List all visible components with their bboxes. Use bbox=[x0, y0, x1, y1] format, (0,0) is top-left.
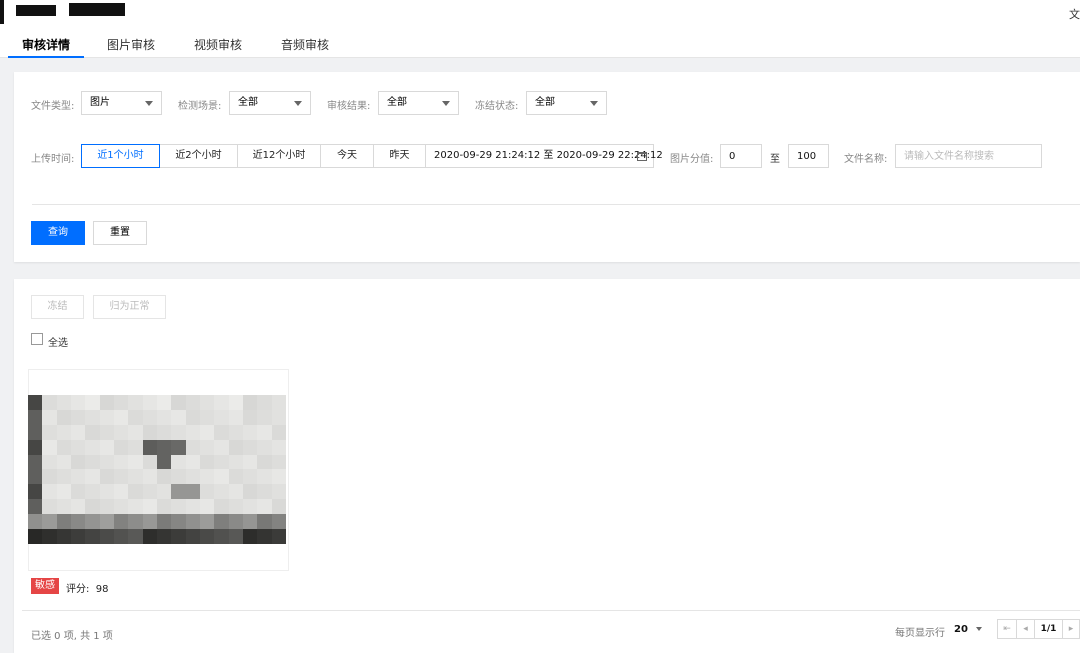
tab-audio-audit[interactable]: 音频审核 bbox=[281, 36, 329, 58]
reset-button[interactable]: 重置 bbox=[93, 221, 147, 245]
chevron-down-icon bbox=[975, 627, 982, 631]
page-size-value: 20 bbox=[954, 624, 968, 635]
score-range-separator: 至 bbox=[770, 154, 780, 165]
file-type-label: 文件类型: bbox=[31, 101, 75, 112]
upload-time-label: 上传时间: bbox=[31, 154, 75, 165]
range-12-hours[interactable]: 近12个小时 bbox=[238, 144, 321, 168]
page-size-select[interactable]: 20 bbox=[954, 624, 982, 635]
pixelated-image bbox=[28, 395, 286, 544]
chevron-down-icon bbox=[590, 101, 598, 106]
results-panel: 冻结 归为正常 全选 敏感 评分: 98 已选 0 项, 共 1 项 每页显示行… bbox=[14, 279, 1080, 653]
tab-audit-details[interactable]: 审核详情 bbox=[7, 36, 85, 58]
filter-panel: 文件类型: 图片 检测场景: 全部 审核结果: 全部 冻结状态: 全部 上传时间… bbox=[14, 72, 1080, 262]
range-2-hours[interactable]: 近2个小时 bbox=[160, 144, 238, 168]
filter-divider bbox=[32, 204, 1080, 205]
scene-select[interactable]: 全部 bbox=[229, 91, 311, 115]
score-value: 98 bbox=[95, 584, 109, 595]
chevron-down-icon bbox=[294, 101, 302, 106]
result-select[interactable]: 全部 bbox=[378, 91, 459, 115]
next-page-button[interactable]: ▸ bbox=[1063, 619, 1080, 639]
chevron-down-icon bbox=[145, 101, 153, 106]
redacted-logo-block bbox=[69, 3, 125, 16]
footer-divider bbox=[22, 610, 1080, 611]
prev-page-button[interactable]: ◂ bbox=[1017, 619, 1035, 639]
sensitive-badge: 敏感 bbox=[31, 578, 59, 594]
select-all-label: 全选 bbox=[48, 338, 68, 349]
tab-video-audit[interactable]: 视频审核 bbox=[194, 36, 242, 58]
file-type-value: 图片 bbox=[90, 97, 110, 108]
file-type-select[interactable]: 图片 bbox=[81, 91, 162, 115]
calendar-icon bbox=[637, 152, 647, 161]
range-1-hour[interactable]: 近1个小时 bbox=[81, 144, 160, 168]
freeze-button[interactable]: 冻结 bbox=[31, 295, 84, 319]
range-yesterday[interactable]: 昨天 bbox=[374, 144, 426, 168]
file-name-label: 文件名称: bbox=[844, 154, 888, 165]
query-button[interactable]: 查询 bbox=[31, 221, 85, 245]
redacted-logo-block bbox=[0, 0, 4, 24]
file-name-input[interactable] bbox=[895, 144, 1042, 168]
date-range-value: 2020-09-29 21:24:12 至 2020-09-29 22:24:1… bbox=[434, 150, 663, 161]
select-all-checkbox[interactable] bbox=[31, 333, 43, 345]
result-score: 评分: 98 bbox=[66, 580, 108, 595]
result-label: 审核结果: bbox=[327, 101, 371, 112]
score-min-input[interactable] bbox=[720, 144, 762, 168]
score-label-text: 评分: bbox=[66, 584, 90, 595]
chevron-down-icon bbox=[442, 101, 450, 106]
page-size-label: 每页显示行 bbox=[895, 628, 945, 639]
top-bar: 文 审核详情 图片审核 视频审核 音频审核 bbox=[0, 0, 1080, 58]
result-value: 全部 bbox=[387, 97, 407, 108]
page-indicator: 1/1 bbox=[1035, 619, 1063, 639]
scene-label: 检测场景: bbox=[178, 101, 222, 112]
tab-image-audit[interactable]: 图片审核 bbox=[107, 36, 155, 58]
score-label: 图片分值: bbox=[670, 154, 714, 165]
range-today[interactable]: 今天 bbox=[321, 144, 374, 168]
freeze-status-label: 冻结状态: bbox=[475, 101, 519, 112]
redacted-logo-block bbox=[16, 5, 56, 16]
result-thumbnail[interactable] bbox=[28, 395, 286, 544]
freeze-status-select[interactable]: 全部 bbox=[526, 91, 607, 115]
selection-summary: 已选 0 项, 共 1 项 bbox=[31, 631, 113, 642]
score-max-input[interactable] bbox=[788, 144, 829, 168]
language-text[interactable]: 文 bbox=[1069, 6, 1080, 22]
mark-normal-button[interactable]: 归为正常 bbox=[93, 295, 166, 319]
date-range-picker[interactable]: 2020-09-29 21:24:12 至 2020-09-29 22:24:1… bbox=[426, 144, 663, 168]
freeze-status-value: 全部 bbox=[535, 97, 555, 108]
scene-value: 全部 bbox=[238, 97, 258, 108]
first-page-button[interactable]: ⇤ bbox=[997, 619, 1017, 639]
